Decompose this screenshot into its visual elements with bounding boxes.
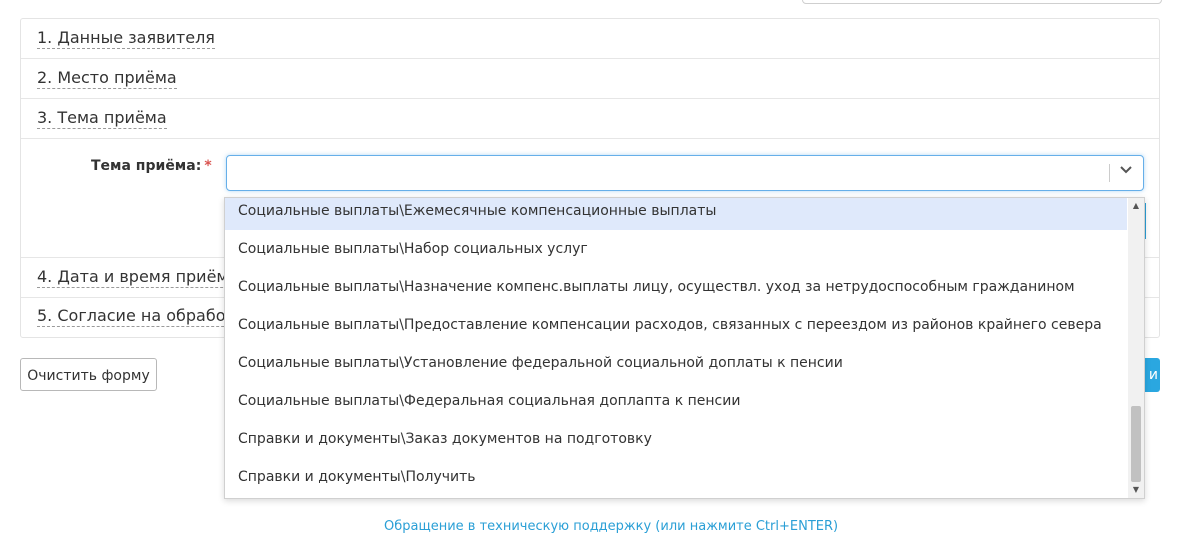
dropdown-option[interactable]: Справки и документы\Получить [225,458,1127,496]
scrollbar-thumb[interactable] [1131,406,1141,482]
section-title[interactable]: 5. Согласие на обработку [37,306,254,327]
scroll-down-icon[interactable]: ▼ [1128,484,1144,496]
dropdown-option[interactable]: Социальные выплаты\Предоставление компен… [225,306,1127,344]
scroll-up-icon[interactable]: ▲ [1128,200,1144,212]
dropdown-option[interactable]: Социальные выплаты\Ежемесячные компенсац… [225,198,1127,230]
top-input-edge[interactable] [802,0,1162,4]
section-applicant-data[interactable]: 1. Данные заявителя [21,19,1159,59]
topic-field-label: Тема приёма: * [91,158,212,174]
section-title[interactable]: 3. Тема приёма [37,108,167,129]
chevron-down-icon[interactable] [1117,162,1135,182]
required-mark: * [204,158,212,174]
clear-form-button[interactable]: Очистить форму [20,358,157,391]
section-reception-topic[interactable]: 3. Тема приёма [21,99,1159,139]
section-title[interactable]: 4. Дата и время приёма [37,267,239,288]
dropdown-option[interactable]: Социальные выплаты\Федеральная социальна… [225,382,1127,420]
topic-select[interactable] [226,155,1144,191]
section-title[interactable]: 2. Место приёма [37,68,177,89]
topic-dropdown-list[interactable]: Социальные выплаты\Ежемесячные компенсац… [224,197,1145,499]
support-link[interactable]: Обращение в техническую поддержку (или н… [384,520,838,534]
select-separator [1109,164,1110,182]
section-reception-place[interactable]: 2. Место приёма [21,59,1159,99]
section-title[interactable]: 1. Данные заявителя [37,28,215,49]
dropdown-scrollbar[interactable]: ▲ ▼ [1128,198,1144,498]
dropdown-option[interactable]: Социальные выплаты\Назначение компенс.вы… [225,268,1127,306]
dropdown-option[interactable]: Социальные выплаты\Набор социальных услу… [225,230,1127,268]
dropdown-option[interactable]: Справки и документы\Заказ документов на … [225,420,1127,458]
dropdown-option[interactable]: Социальные выплаты\Установление федераль… [225,344,1127,382]
